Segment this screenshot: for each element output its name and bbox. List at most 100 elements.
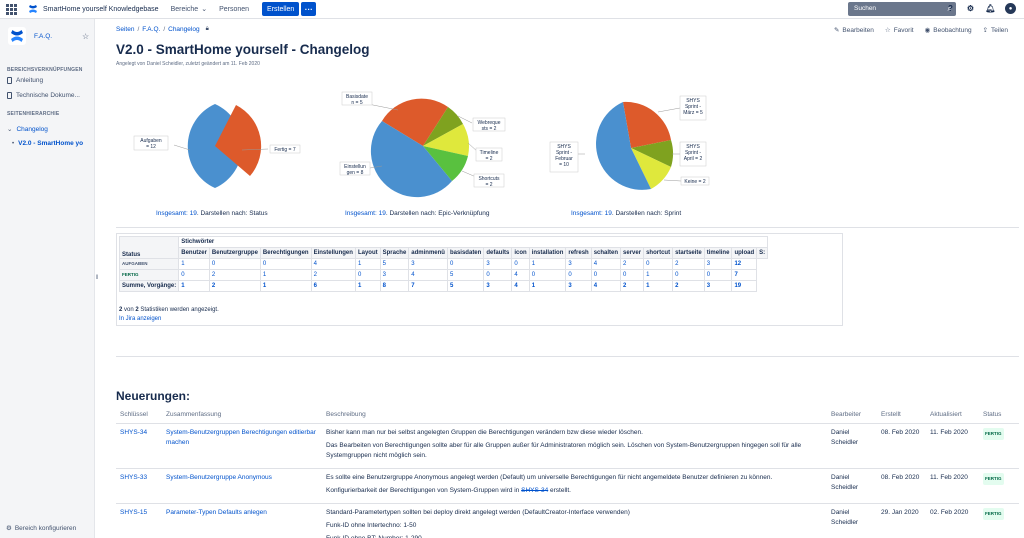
sidebar-tree-changelog[interactable]: ⌄ Changelog — [7, 125, 48, 134]
sidebar-item-anleitung[interactable]: Anleitung — [7, 77, 43, 84]
watch-button[interactable]: ◉ Beobachtung — [925, 26, 972, 35]
breadcrumb-item-seiten[interactable]: Seiten — [116, 26, 134, 33]
issues-column-header[interactable]: Schlüssel — [116, 406, 162, 424]
statistics-cell-link[interactable]: 2 — [310, 269, 356, 281]
statistics-cell-link[interactable]: 2 — [208, 269, 261, 281]
nav-people-link[interactable]: Personen — [219, 6, 249, 13]
statistics-cell-link[interactable]: 1 — [354, 258, 381, 270]
statistics-cell-link[interactable]: 1 — [259, 280, 312, 292]
edit-button[interactable]: ✎ Bearbeiten — [834, 26, 874, 35]
statistics-cell-link[interactable]: 0 — [483, 269, 513, 281]
statistics-cell-link[interactable]: 7 — [408, 280, 448, 292]
issue-summary-link[interactable]: System-Benutzergruppen Berechtigungen ed… — [166, 429, 316, 446]
statistics-cell-link[interactable]: 0 — [590, 269, 622, 281]
favorite-button[interactable]: ☆ Favorit — [885, 26, 914, 35]
statistics-cell-link[interactable]: 1 — [528, 258, 567, 270]
breadcrumb-item-faq[interactable]: F.A.Q. — [142, 26, 160, 33]
statistics-cell-link[interactable]: 5 — [379, 258, 410, 270]
restrictions-icon[interactable]: 🔒︎ — [206, 26, 209, 33]
statistics-cell-link[interactable]: 0 — [354, 269, 381, 281]
search-input[interactable]: Suchen ⌕ — [848, 2, 956, 16]
issues-column-header[interactable]: Erstellt — [877, 406, 926, 424]
configure-space-button[interactable]: ⚙ Bereich konfigurieren — [6, 524, 76, 533]
statistics-cell-link[interactable]: 8 — [379, 280, 410, 292]
space-name-link[interactable]: SmartHome yourself Knowledgebase — [43, 6, 159, 13]
statistics-cell-link[interactable]: 7 — [731, 269, 758, 281]
statistics-cell-link[interactable]: 0 — [565, 269, 592, 281]
statistics-cell-link[interactable]: 3 — [483, 280, 513, 292]
statistics-cell-link[interactable]: 4 — [511, 280, 530, 292]
statistics-cell-link[interactable]: 4 — [408, 269, 448, 281]
statistics-cell-link[interactable]: 3 — [703, 258, 733, 270]
statistics-cell-link[interactable]: 1 — [643, 269, 674, 281]
create-button[interactable]: Erstellen — [262, 2, 300, 16]
statistics-cell-link[interactable]: 5 — [446, 280, 485, 292]
statistics-cell-link[interactable]: 3 — [408, 258, 448, 270]
sidebar-tree-current-page[interactable]: • V2.0 - SmartHome yo — [12, 140, 83, 147]
statistics-cell-link[interactable]: 0 — [643, 258, 674, 270]
statistics-cell-link[interactable]: 3 — [483, 258, 513, 270]
statistics-cell-link[interactable]: 0 — [446, 258, 485, 270]
statistics-cell-link[interactable]: 2 — [208, 280, 261, 292]
statistics-cell-link[interactable]: 1 — [259, 269, 312, 281]
statistics-cell-link[interactable]: 0 — [620, 269, 645, 281]
statistics-cell-link[interactable]: 0 — [259, 258, 312, 270]
app-switcher-icon[interactable] — [6, 3, 20, 15]
issue-reference-link[interactable]: SHYS-34 — [521, 487, 548, 494]
statistics-cell-link[interactable]: 19 — [731, 280, 758, 292]
issues-column-header[interactable]: Bearbeiter — [827, 406, 877, 424]
statistics-cell-link[interactable]: 4 — [310, 258, 356, 270]
issues-column-header[interactable]: Aktualisiert — [926, 406, 979, 424]
statistics-cell-link[interactable]: 2 — [620, 258, 645, 270]
statistics-cell-link[interactable]: 0 — [672, 269, 705, 281]
statistics-cell-link[interactable]: 12 — [731, 258, 758, 270]
statistics-cell-link[interactable]: 3 — [565, 258, 592, 270]
nav-areas-menu[interactable]: Bereiche ⌄ — [171, 5, 208, 14]
pie-total-link[interactable]: Insgesamt: 19 — [571, 210, 612, 217]
statistics-cell-link[interactable]: 2 — [620, 280, 645, 292]
statistics-cell-link[interactable]: 4 — [590, 280, 622, 292]
statistics-cell-link[interactable]: 0 — [208, 258, 261, 270]
breadcrumb-item-changelog[interactable]: Changelog — [168, 26, 199, 33]
star-icon[interactable]: ☆ — [82, 32, 89, 41]
statistics-cell-link[interactable]: 2 — [672, 280, 705, 292]
sidebar-collapse-handle[interactable]: ‖ — [96, 275, 98, 281]
pie-total-link[interactable]: Insgesamt: 19 — [345, 210, 386, 217]
help-icon[interactable]: ? — [945, 3, 956, 14]
gear-icon[interactable]: ⚙ — [965, 3, 976, 14]
statistics-cell-link[interactable]: 0 — [703, 269, 733, 281]
statistics-cell-link[interactable]: 2 — [672, 258, 705, 270]
statistics-cell-link[interactable]: 0 — [178, 269, 210, 281]
issues-column-header[interactable]: Zusammenfassung — [162, 406, 322, 424]
statistics-cell-link[interactable]: 1 — [178, 280, 210, 292]
statistics-cell-link[interactable]: 0 — [511, 258, 530, 270]
sidebar-space-header[interactable]: F.A.Q. — [8, 27, 52, 45]
statistics-cell-link[interactable]: 3 — [703, 280, 733, 292]
avatar[interactable]: ● — [1005, 3, 1016, 14]
statistics-cell-link[interactable]: 4 — [590, 258, 622, 270]
issues-column-header[interactable]: Beschreibung — [322, 406, 827, 424]
notification-bell-icon[interactable]: 🔔︎ — [985, 3, 996, 14]
statistics-cell-link[interactable]: 3 — [379, 269, 410, 281]
view-in-jira-link[interactable]: In Jira anzeigen — [119, 316, 161, 322]
confluence-logo-icon[interactable] — [28, 4, 38, 14]
issue-key-link[interactable]: SHYS-34 — [120, 429, 147, 436]
statistics-cell-link[interactable]: 6 — [310, 280, 356, 292]
issue-summary-link[interactable]: System-Benutzergruppe Anonymous — [166, 474, 272, 481]
statistics-cell-link[interactable]: 3 — [565, 280, 592, 292]
sidebar-item-technische-doku[interactable]: Technische Dokume... — [7, 92, 80, 99]
chevron-down-icon[interactable]: ⌄ — [7, 125, 12, 133]
issues-column-header[interactable]: Status — [979, 406, 1019, 424]
statistics-cell-link[interactable]: 1 — [354, 280, 381, 292]
issue-key-link[interactable]: SHYS-15 — [120, 509, 147, 516]
statistics-cell-link[interactable]: 0 — [528, 269, 567, 281]
issue-key-link[interactable]: SHYS-33 — [120, 474, 147, 481]
statistics-cell-link[interactable]: 1 — [528, 280, 567, 292]
statistics-cell-link[interactable]: 1 — [178, 258, 210, 270]
share-button[interactable]: ⇪ Teilen — [983, 26, 1008, 35]
pie-total-link[interactable]: Insgesamt: 19 — [156, 210, 197, 217]
issue-summary-link[interactable]: Parameter-Typen Defaults anlegen — [166, 509, 267, 516]
statistics-cell-link[interactable]: 4 — [511, 269, 530, 281]
create-more-button[interactable]: ··· — [301, 2, 317, 16]
statistics-cell-link[interactable]: 1 — [643, 280, 674, 292]
